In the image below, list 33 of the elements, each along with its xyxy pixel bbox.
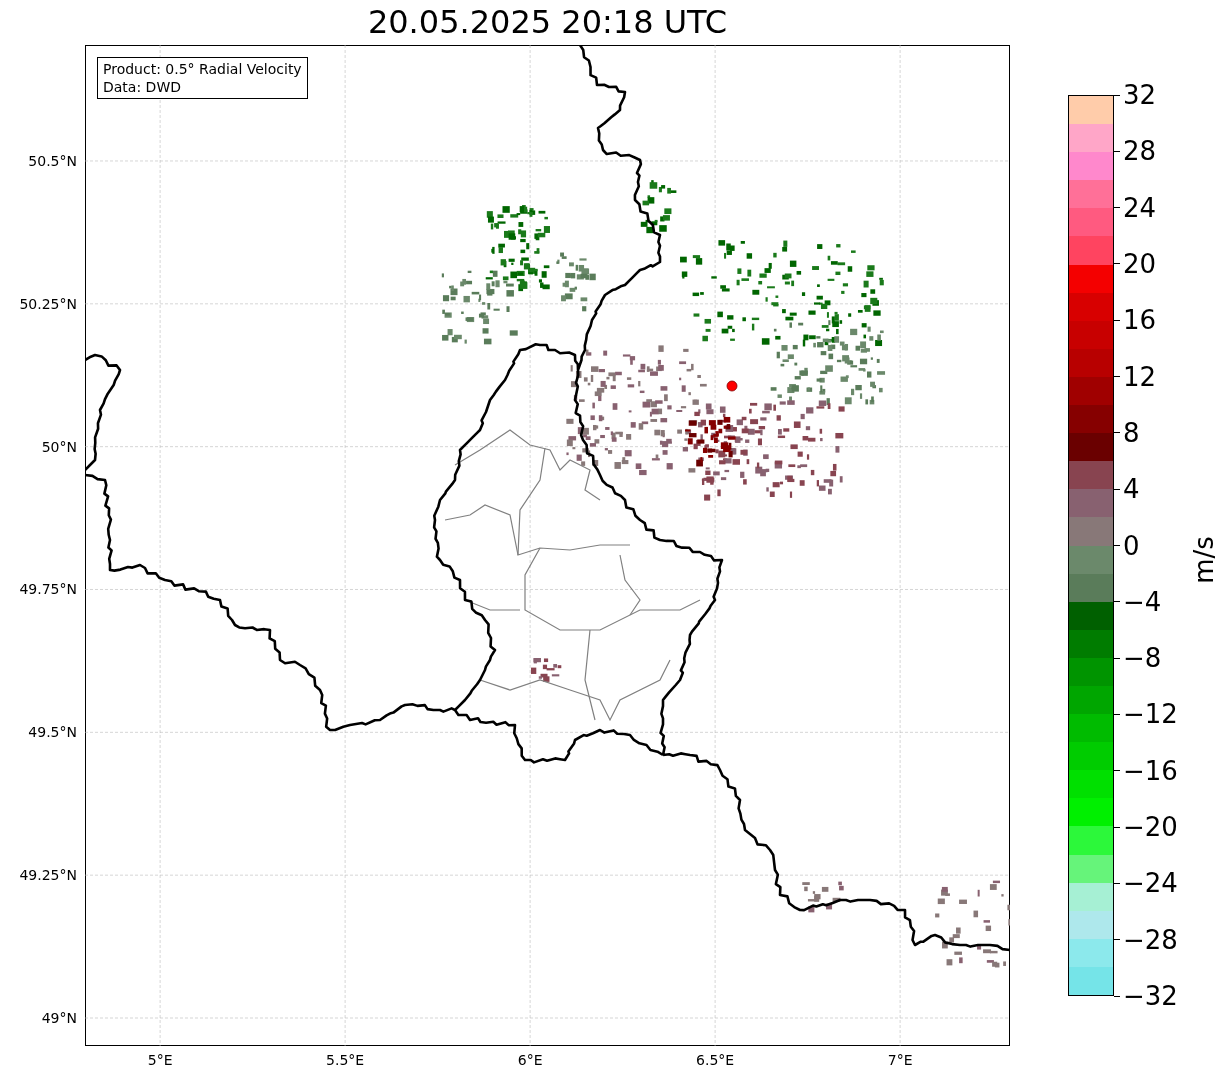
longitude-label: 6.5°E <box>696 1052 735 1068</box>
colorbar-tick-label: 24 <box>1123 193 1157 222</box>
longitude-label: 7°E <box>887 1052 913 1068</box>
longitude-label: 5°E <box>147 1052 173 1068</box>
latitude-label: 50.5°N <box>28 152 77 169</box>
longitude-label: 6°E <box>517 1052 543 1068</box>
colorbar-tick-label: 16 <box>1123 306 1157 335</box>
info-text: Product: 0.5° Radial Velocity <box>103 60 302 78</box>
colorbar-tick-label: 0 <box>1123 531 1140 560</box>
colorbar-tick-label: 4 <box>1123 475 1140 504</box>
colorbar-tick-label: −4 <box>1123 587 1162 616</box>
colorbar-label: m/s <box>1188 536 1219 584</box>
longitude-label: 5.5°E <box>326 1052 365 1068</box>
colorbar-tick-label: −20 <box>1123 813 1178 842</box>
colorbar-tick-label: −12 <box>1123 700 1178 729</box>
latitude-label: 49.75°N <box>19 581 77 598</box>
chart-title: 20.05.2025 20:18 UTC <box>366 2 729 43</box>
latitude-label: 50.25°N <box>19 295 77 312</box>
colorbar-tick-label: 28 <box>1123 137 1157 166</box>
colorbar-tick-label: 8 <box>1123 418 1140 447</box>
colorbar-tick-label: 32 <box>1123 81 1157 109</box>
colorbar-tick-label: 12 <box>1123 362 1157 391</box>
colorbar-tick-label: −16 <box>1123 756 1178 785</box>
colorbar-tick-label: −24 <box>1123 869 1178 898</box>
info-text: Data: DWD <box>103 78 182 96</box>
latitude-label: 49.25°N <box>19 867 77 884</box>
latitude-label: 49.5°N <box>28 724 77 741</box>
colorbar-tick-label: −8 <box>1123 644 1162 673</box>
latitude-label: 49°N <box>41 1010 77 1026</box>
latitude-label: 50°N <box>41 438 77 455</box>
colorbar-tick-label: −28 <box>1123 925 1178 954</box>
colorbar-tick-label: −32 <box>1123 982 1178 1010</box>
colorbar-tick-label: 20 <box>1123 249 1157 278</box>
